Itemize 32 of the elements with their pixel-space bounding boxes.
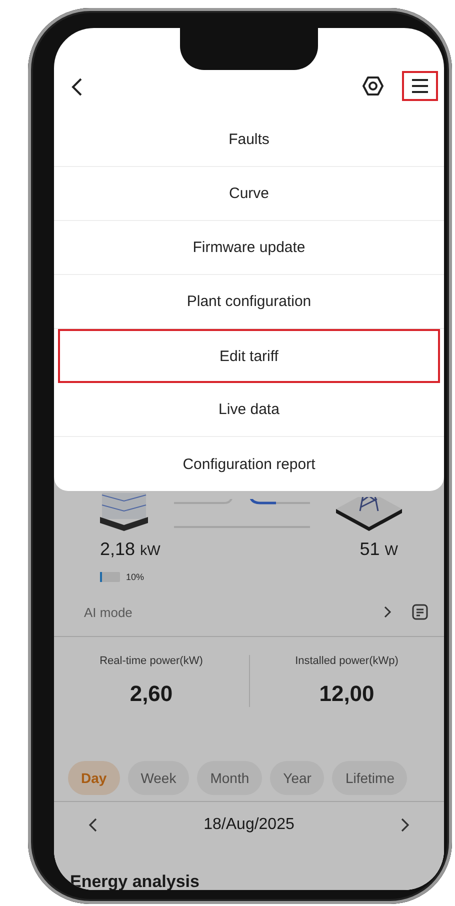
menu-item[interactable]: Faults [54, 113, 444, 167]
menu-item[interactable]: Plant configuration [54, 275, 444, 329]
stat-value: 2,60 [130, 681, 173, 707]
grid-power-value: 51 [360, 539, 380, 559]
chevron-right-icon[interactable] [400, 817, 410, 833]
battery-percent: 10% [126, 572, 144, 582]
period-tab[interactable]: Year [270, 761, 324, 795]
stat-value: 12,00 [319, 681, 374, 707]
period-tab[interactable]: Month [197, 761, 262, 795]
settings-icon [362, 75, 384, 97]
menu-item[interactable]: Firmware update [54, 221, 444, 275]
stat-label: Installed power(kWp) [295, 655, 398, 667]
chevron-right-icon[interactable] [384, 606, 392, 618]
menu-button[interactable] [402, 71, 438, 101]
pylon-drawing [334, 497, 404, 533]
menu-item[interactable]: Edit tariff [58, 329, 440, 383]
period-tab[interactable]: Lifetime [332, 761, 408, 795]
chevron-left-icon [70, 77, 84, 97]
battery-power-value: 2,18 [100, 539, 136, 559]
chevron-left-icon[interactable] [88, 817, 98, 833]
document-icon[interactable] [412, 604, 428, 620]
mode-label: AI mode [84, 604, 132, 620]
stat-label: Real-time power(kW) [100, 655, 203, 667]
battery-power-unit: kW [140, 542, 160, 558]
period-tab[interactable]: Week [128, 761, 190, 795]
menu-item[interactable]: Live data [54, 383, 444, 437]
menu-item[interactable]: Curve [54, 167, 444, 221]
menu-icon [411, 78, 429, 94]
date-label: 18/Aug/2025 [204, 816, 294, 834]
battery-cabinet-drawing [98, 493, 150, 533]
grid-power-unit: W [384, 542, 398, 558]
menu-item[interactable]: Configuration report [54, 437, 444, 491]
